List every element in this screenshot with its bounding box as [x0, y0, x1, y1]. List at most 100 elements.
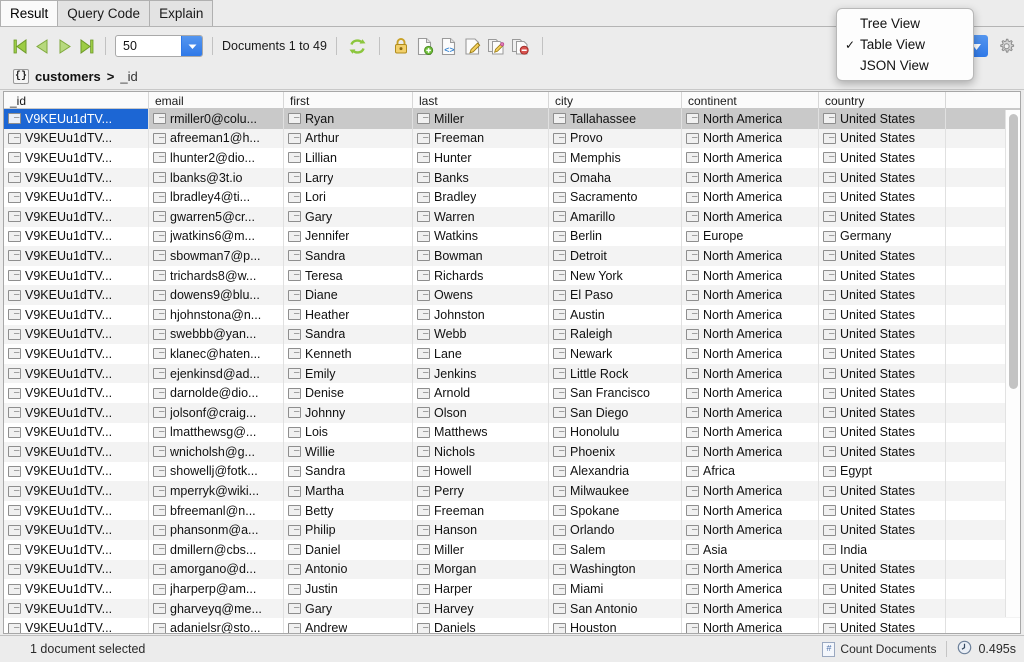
- table-row[interactable]: V9KEUu1dTV...klanec@haten...KennethLaneN…: [4, 344, 1020, 364]
- table-cell-email[interactable]: afreeman1@h...: [149, 129, 284, 149]
- table-cell-continent[interactable]: North America: [682, 599, 819, 619]
- table-cell-continent[interactable]: North America: [682, 246, 819, 266]
- table-cell-continent[interactable]: North America: [682, 187, 819, 207]
- table-cell-last[interactable]: Hanson: [413, 520, 549, 540]
- table-cell-first[interactable]: Sandra: [284, 325, 413, 345]
- table-cell-email[interactable]: phansonm@a...: [149, 520, 284, 540]
- table-cell-id[interactable]: V9KEUu1dTV...: [4, 481, 149, 501]
- table-cell-last[interactable]: Watkins: [413, 227, 549, 247]
- edit-document-icon[interactable]: [461, 34, 485, 58]
- table-cell-first[interactable]: Martha: [284, 481, 413, 501]
- table-cell-city[interactable]: New York: [549, 266, 682, 286]
- table-cell-id[interactable]: V9KEUu1dTV...: [4, 383, 149, 403]
- table-cell-country[interactable]: United States: [819, 207, 946, 227]
- table-row[interactable]: V9KEUu1dTV...gwarren5@cr...GaryWarrenAma…: [4, 207, 1020, 227]
- table-cell-last[interactable]: Jenkins: [413, 364, 549, 384]
- table-cell-city[interactable]: Memphis: [549, 148, 682, 168]
- menu-item-tree-view[interactable]: Tree View: [837, 13, 973, 34]
- table-cell-last[interactable]: Miller: [413, 540, 549, 560]
- table-cell-first[interactable]: Gary: [284, 207, 413, 227]
- table-cell-last[interactable]: Freeman: [413, 501, 549, 521]
- table-row[interactable]: V9KEUu1dTV...afreeman1@h...ArthurFreeman…: [4, 129, 1020, 149]
- table-cell-last[interactable]: Harper: [413, 579, 549, 599]
- table-cell-country[interactable]: United States: [819, 520, 946, 540]
- table-cell-first[interactable]: Lori: [284, 187, 413, 207]
- table-cell-country[interactable]: United States: [819, 501, 946, 521]
- table-cell-first[interactable]: Daniel: [284, 540, 413, 560]
- table-cell-city[interactable]: San Francisco: [549, 383, 682, 403]
- table-cell-first[interactable]: Lois: [284, 423, 413, 443]
- table-cell-first[interactable]: Sandra: [284, 462, 413, 482]
- table-cell-country[interactable]: United States: [819, 168, 946, 188]
- table-cell-city[interactable]: Salem: [549, 540, 682, 560]
- duplicate-document-icon[interactable]: [485, 34, 509, 58]
- table-cell-country[interactable]: United States: [819, 285, 946, 305]
- table-cell-id[interactable]: V9KEUu1dTV...: [4, 285, 149, 305]
- table-cell-id[interactable]: V9KEUu1dTV...: [4, 168, 149, 188]
- table-row[interactable]: V9KEUu1dTV...lhunter2@dio...LillianHunte…: [4, 148, 1020, 168]
- table-cell-city[interactable]: El Paso: [549, 285, 682, 305]
- table-cell-email[interactable]: adanielsr@sto...: [149, 618, 284, 634]
- table-cell-first[interactable]: Teresa: [284, 266, 413, 286]
- table-cell-continent[interactable]: North America: [682, 207, 819, 227]
- table-cell-email[interactable]: hjohnstona@n...: [149, 305, 284, 325]
- table-cell-id[interactable]: V9KEUu1dTV...: [4, 325, 149, 345]
- table-cell-city[interactable]: Washington: [549, 560, 682, 580]
- gear-icon[interactable]: [994, 34, 1018, 58]
- chevron-down-icon[interactable]: [181, 36, 202, 56]
- table-cell-city[interactable]: Detroit: [549, 246, 682, 266]
- table-cell-id[interactable]: V9KEUu1dTV...: [4, 403, 149, 423]
- table-cell-last[interactable]: Olson: [413, 403, 549, 423]
- table-cell-continent[interactable]: North America: [682, 501, 819, 521]
- table-cell-id[interactable]: V9KEUu1dTV...: [4, 305, 149, 325]
- table-cell-email[interactable]: bfreemanl@n...: [149, 501, 284, 521]
- table-cell-continent[interactable]: North America: [682, 520, 819, 540]
- table-cell-last[interactable]: Arnold: [413, 383, 549, 403]
- tab-query-code[interactable]: Query Code: [58, 0, 150, 26]
- table-cell-continent[interactable]: North America: [682, 579, 819, 599]
- table-cell-email[interactable]: lbanks@3t.io: [149, 168, 284, 188]
- table-cell-first[interactable]: Heather: [284, 305, 413, 325]
- table-cell-last[interactable]: Bowman: [413, 246, 549, 266]
- table-cell-email[interactable]: gharveyq@me...: [149, 599, 284, 619]
- table-cell-country[interactable]: United States: [819, 187, 946, 207]
- table-row[interactable]: V9KEUu1dTV...jwatkins6@m...JenniferWatki…: [4, 227, 1020, 247]
- table-cell-id[interactable]: V9KEUu1dTV...: [4, 187, 149, 207]
- previous-page-icon[interactable]: [32, 35, 52, 57]
- tab-explain[interactable]: Explain: [150, 0, 213, 26]
- last-page-icon[interactable]: [76, 35, 96, 57]
- table-row[interactable]: V9KEUu1dTV...wnicholsh@g...WillieNichols…: [4, 442, 1020, 462]
- table-row[interactable]: V9KEUu1dTV...mperryk@wiki...MarthaPerryM…: [4, 481, 1020, 501]
- table-cell-city[interactable]: San Antonio: [549, 599, 682, 619]
- table-row[interactable]: V9KEUu1dTV...lbradley4@ti...LoriBradleyS…: [4, 187, 1020, 207]
- table-cell-email[interactable]: ejenkinsd@ad...: [149, 364, 284, 384]
- table-cell-last[interactable]: Miller: [413, 109, 549, 129]
- table-cell-id[interactable]: V9KEUu1dTV...: [4, 501, 149, 521]
- table-cell-country[interactable]: United States: [819, 383, 946, 403]
- vertical-scrollbar[interactable]: [1005, 110, 1020, 617]
- table-cell-last[interactable]: Nichols: [413, 442, 549, 462]
- json-document-icon[interactable]: <>: [437, 34, 461, 58]
- table-cell-country[interactable]: United States: [819, 481, 946, 501]
- table-cell-last[interactable]: Perry: [413, 481, 549, 501]
- vertical-scrollbar-thumb[interactable]: [1009, 114, 1018, 389]
- table-column-header-last[interactable]: last: [413, 92, 549, 109]
- table-row[interactable]: V9KEUu1dTV...amorgano@d...AntonioMorganW…: [4, 560, 1020, 580]
- table-cell-country[interactable]: United States: [819, 109, 946, 129]
- table-cell-city[interactable]: Raleigh: [549, 325, 682, 345]
- lock-icon[interactable]: [389, 34, 413, 58]
- table-cell-id[interactable]: V9KEUu1dTV...: [4, 109, 149, 129]
- table-cell-country[interactable]: United States: [819, 266, 946, 286]
- table-cell-last[interactable]: Morgan: [413, 560, 549, 580]
- table-cell-first[interactable]: Sandra: [284, 246, 413, 266]
- table-cell-email[interactable]: dowens9@blu...: [149, 285, 284, 305]
- table-cell-email[interactable]: lhunter2@dio...: [149, 148, 284, 168]
- table-cell-last[interactable]: Banks: [413, 168, 549, 188]
- table-cell-continent[interactable]: North America: [682, 168, 819, 188]
- table-cell-last[interactable]: Harvey: [413, 599, 549, 619]
- table-cell-first[interactable]: Justin: [284, 579, 413, 599]
- menu-item-table-view[interactable]: ✓ Table View: [837, 34, 973, 55]
- table-row[interactable]: V9KEUu1dTV...jolsonf@craig...JohnnyOlson…: [4, 403, 1020, 423]
- table-cell-continent[interactable]: North America: [682, 109, 819, 129]
- table-cell-continent[interactable]: North America: [682, 285, 819, 305]
